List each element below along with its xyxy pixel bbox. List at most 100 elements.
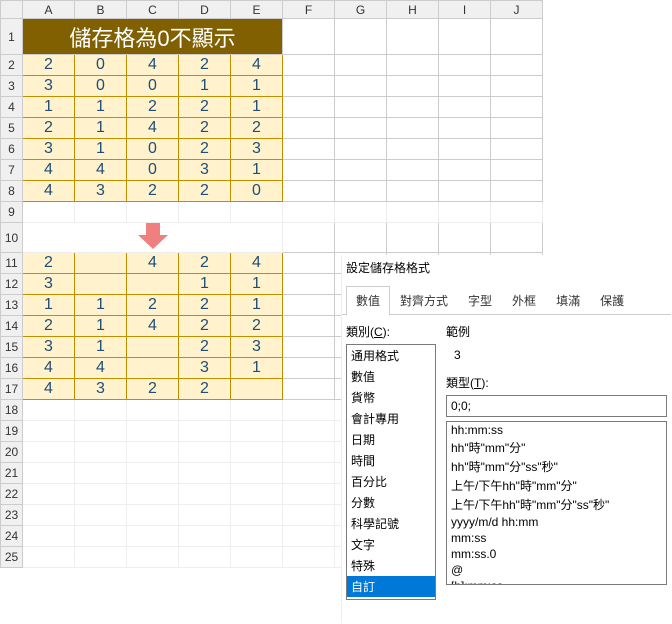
data-cell[interactable]: 1 <box>179 274 231 295</box>
cell[interactable] <box>439 181 491 202</box>
cell[interactable] <box>439 160 491 181</box>
data-cell[interactable] <box>231 379 283 400</box>
cell[interactable] <box>231 505 283 526</box>
data-cell[interactable]: 4 <box>23 379 75 400</box>
cell[interactable] <box>491 118 543 139</box>
data-cell[interactable]: 2 <box>127 295 179 316</box>
cell[interactable] <box>491 19 543 55</box>
cell[interactable] <box>387 223 439 253</box>
data-cell[interactable]: 2 <box>127 379 179 400</box>
cell[interactable] <box>283 118 335 139</box>
data-cell[interactable]: 2 <box>23 55 75 76</box>
type-item[interactable]: mm:ss.0 <box>447 546 666 562</box>
row-header[interactable]: 18 <box>1 400 23 421</box>
cell[interactable] <box>335 223 387 253</box>
row-header[interactable]: 2 <box>1 55 23 76</box>
cell[interactable] <box>179 526 231 547</box>
cell[interactable] <box>491 76 543 97</box>
cell[interactable] <box>127 463 179 484</box>
cell[interactable] <box>439 55 491 76</box>
category-item[interactable]: 分數 <box>347 492 435 513</box>
data-cell[interactable]: 1 <box>75 316 127 337</box>
data-cell[interactable]: 1 <box>75 97 127 118</box>
cell[interactable] <box>283 358 335 379</box>
type-item[interactable]: @ <box>447 562 666 578</box>
cell[interactable] <box>231 421 283 442</box>
data-cell[interactable]: 1 <box>23 97 75 118</box>
cell[interactable] <box>75 505 127 526</box>
data-cell[interactable]: 4 <box>23 181 75 202</box>
category-item[interactable]: 日期 <box>347 429 435 450</box>
row-header[interactable]: 20 <box>1 442 23 463</box>
data-cell[interactable]: 1 <box>231 358 283 379</box>
cell[interactable] <box>75 202 127 223</box>
data-cell[interactable]: 0 <box>75 55 127 76</box>
col-header[interactable]: B <box>75 1 127 19</box>
cell[interactable] <box>491 202 543 223</box>
cell[interactable] <box>283 400 335 421</box>
cell[interactable] <box>179 202 231 223</box>
data-cell[interactable]: 1 <box>231 274 283 295</box>
data-cell[interactable]: 4 <box>127 253 179 274</box>
data-cell[interactable]: 4 <box>75 160 127 181</box>
cell[interactable] <box>127 421 179 442</box>
data-cell[interactable]: 3 <box>231 337 283 358</box>
cell[interactable] <box>387 160 439 181</box>
cell[interactable] <box>491 181 543 202</box>
row-header[interactable]: 9 <box>1 202 23 223</box>
category-item[interactable]: 百分比 <box>347 471 435 492</box>
tab-1[interactable]: 對齊方式 <box>390 286 458 314</box>
col-header[interactable]: I <box>439 1 491 19</box>
cell[interactable] <box>387 202 439 223</box>
cell[interactable] <box>127 484 179 505</box>
cell[interactable] <box>283 139 335 160</box>
row-header[interactable]: 3 <box>1 76 23 97</box>
cell[interactable] <box>335 118 387 139</box>
tab-0[interactable]: 數值 <box>346 286 390 314</box>
cell[interactable] <box>75 484 127 505</box>
cell[interactable] <box>283 526 335 547</box>
cell[interactable] <box>75 526 127 547</box>
row-header[interactable]: 6 <box>1 139 23 160</box>
row-header[interactable]: 22 <box>1 484 23 505</box>
data-cell[interactable]: 1 <box>75 337 127 358</box>
row-header[interactable]: 10 <box>1 223 23 253</box>
data-cell[interactable]: 2 <box>179 337 231 358</box>
cell[interactable] <box>491 160 543 181</box>
data-cell[interactable]: 4 <box>231 55 283 76</box>
data-cell[interactable]: 4 <box>75 358 127 379</box>
row-header[interactable]: 25 <box>1 547 23 568</box>
row-header[interactable]: 15 <box>1 337 23 358</box>
data-cell[interactable]: 2 <box>179 181 231 202</box>
data-cell[interactable]: 3 <box>231 139 283 160</box>
row-header[interactable]: 11 <box>1 253 23 274</box>
cell[interactable] <box>335 55 387 76</box>
cell[interactable] <box>231 463 283 484</box>
tab-3[interactable]: 外框 <box>502 286 546 314</box>
cell[interactable] <box>127 202 179 223</box>
type-item[interactable]: yyyy/m/d hh:mm <box>447 514 666 530</box>
cell[interactable] <box>387 118 439 139</box>
cell[interactable] <box>75 421 127 442</box>
cell[interactable] <box>335 139 387 160</box>
cell[interactable] <box>283 379 335 400</box>
data-cell[interactable]: 2 <box>231 316 283 337</box>
cell[interactable] <box>179 400 231 421</box>
row-header[interactable]: 24 <box>1 526 23 547</box>
data-cell[interactable]: 3 <box>179 160 231 181</box>
cell[interactable] <box>439 118 491 139</box>
col-header[interactable]: A <box>23 1 75 19</box>
cell[interactable] <box>283 181 335 202</box>
cell[interactable] <box>231 400 283 421</box>
cell[interactable] <box>231 484 283 505</box>
cell[interactable] <box>283 202 335 223</box>
cell[interactable] <box>75 442 127 463</box>
cell[interactable] <box>283 19 335 55</box>
col-header[interactable]: F <box>283 1 335 19</box>
col-header[interactable]: E <box>231 1 283 19</box>
category-item[interactable]: 特殊 <box>347 555 435 576</box>
category-item[interactable]: 數值 <box>347 366 435 387</box>
cell[interactable] <box>283 274 335 295</box>
cell[interactable] <box>231 526 283 547</box>
data-cell[interactable]: 2 <box>127 97 179 118</box>
